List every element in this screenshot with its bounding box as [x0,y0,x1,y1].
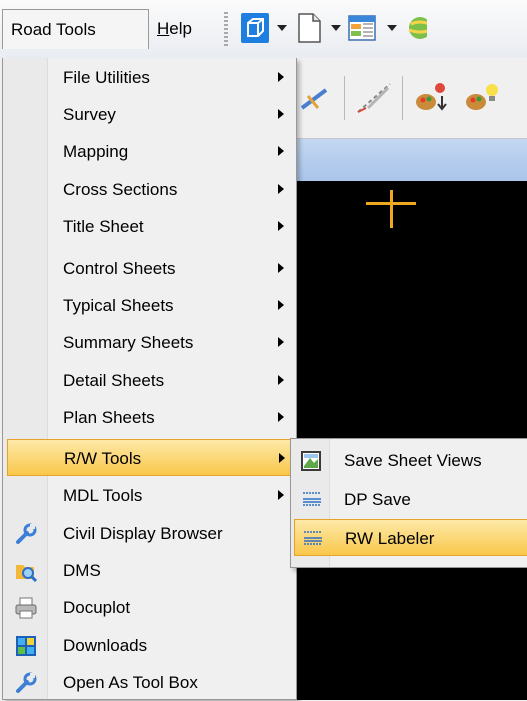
3d-box-icon[interactable] [240,12,270,44]
menu-item-mapping[interactable]: Mapping [7,133,292,170]
view-toolbar [280,58,527,139]
road-tools-dropdown: File Utilities Survey Mapping Cross Sect… [2,58,297,700]
dms-search-icon [14,559,38,583]
menu-item-control-sheets[interactable]: Control Sheets [7,250,292,287]
menu-item-label: Downloads [63,636,148,655]
toolbar-grip[interactable] [224,12,228,46]
submenu-arrow-icon [278,146,284,156]
menu-item-file-utilities[interactable]: File Utilities [7,59,292,96]
spreadsheet-dropdown-icon[interactable] [387,25,397,31]
menu-item-label: Open As Tool Box [63,673,198,692]
dp-save-icon [300,488,324,512]
menu-item-cross-sections[interactable]: Cross Sections [7,171,292,208]
submenu-arrow-icon [278,221,284,231]
measure-tool-icon[interactable] [354,78,394,118]
menu-item-survey[interactable]: Survey [7,96,292,133]
submenu-arrow-icon [278,490,284,500]
globe-icon[interactable] [403,12,432,44]
wrench-icon [14,522,38,546]
wrench-icon [14,671,38,695]
menu-help-label: elp [169,19,192,38]
menu-item-title-sheet[interactable]: Title Sheet [7,208,292,245]
menu-item-open-as-tool-box[interactable]: Open As Tool Box [7,664,292,701]
menu-road-tools-label: Road Tools [11,20,96,39]
menu-item-label: Docuplot [63,598,131,617]
menu-item-mdl-tools[interactable]: MDL Tools [7,477,292,514]
3d-box-dropdown-icon[interactable] [277,25,287,31]
palette-arrow-icon[interactable] [412,78,452,118]
crosshair-cursor-vertical [390,190,393,228]
menu-item-plan-sheets[interactable]: Plan Sheets [7,399,292,436]
menu-item-label: Title Sheet [63,217,144,236]
menu-item-label: Survey [63,105,116,124]
menu-item-typical-sheets[interactable]: Typical Sheets [7,287,292,324]
submenu-arrow-icon [278,375,284,385]
menu-item-downloads[interactable]: Downloads [7,627,292,664]
menu-item-label: DMS [63,561,101,580]
sheet-views-icon [300,449,324,473]
submenu-arrow-icon [278,109,284,119]
submenu-item-rw-labeler[interactable]: RW Labeler [294,519,527,556]
menu-item-docuplot[interactable]: Docuplot [7,589,292,626]
submenu-item-dp-save[interactable]: DP Save [294,481,527,518]
submenu-arrow-icon [279,453,285,463]
downloads-grid-icon [14,634,38,658]
rw-labeler-icon [301,527,325,551]
menu-item-civil-display-browser[interactable]: Civil Display Browser [7,515,292,552]
menu-item-label: R/W Tools [64,449,142,468]
submenu-arrow-icon [278,72,284,82]
submenu-arrow-icon [278,412,284,422]
spreadsheet-icon[interactable] [347,12,377,44]
menu-item-rw-tools[interactable]: R/W Tools [7,439,292,476]
menu-item-dms[interactable]: DMS [7,552,292,589]
menu-item-label: Typical Sheets [63,296,174,315]
menu-item-label: File Utilities [63,68,150,87]
menu-item-label: Mapping [63,142,129,161]
palette-bulb-icon[interactable] [462,78,502,118]
toolbar-separator [402,76,403,120]
submenu-arrow-icon [278,184,284,194]
submenu-item-save-sheet-views[interactable]: Save Sheet Views [294,442,527,479]
submenu-arrow-icon [278,337,284,347]
toolbar-separator [344,76,345,120]
menu-bar: Road Tools Help [0,0,527,58]
submenu-item-label: RW Labeler [345,529,435,548]
menu-item-label: Detail Sheets [63,371,165,390]
pointer-tool-icon[interactable] [296,78,336,118]
menu-help-mnemonic: H [157,19,170,38]
menu-item-label: Cross Sections [63,180,178,199]
menu-item-label: Plan Sheets [63,408,155,427]
submenu-arrow-icon [278,263,284,273]
new-file-dropdown-icon[interactable] [331,25,341,31]
rw-tools-submenu: Save Sheet Views DP Save RW Labeler [290,438,527,568]
submenu-item-label: DP Save [344,490,411,509]
printer-icon [14,596,38,620]
menu-item-summary-sheets[interactable]: Summary Sheets [7,324,292,361]
menu-item-detail-sheets[interactable]: Detail Sheets [7,362,292,399]
new-file-icon[interactable] [294,12,324,44]
menu-help[interactable]: Help [149,9,207,49]
menu-item-label: Summary Sheets [63,333,194,352]
menu-item-label: Civil Display Browser [63,524,223,543]
menu-item-label: Control Sheets [63,259,176,278]
submenu-arrow-icon [278,300,284,310]
submenu-item-label: Save Sheet Views [344,451,482,470]
menu-road-tools[interactable]: Road Tools [2,9,149,49]
view-title-bar[interactable] [280,139,527,181]
menu-item-label: MDL Tools [63,486,143,505]
